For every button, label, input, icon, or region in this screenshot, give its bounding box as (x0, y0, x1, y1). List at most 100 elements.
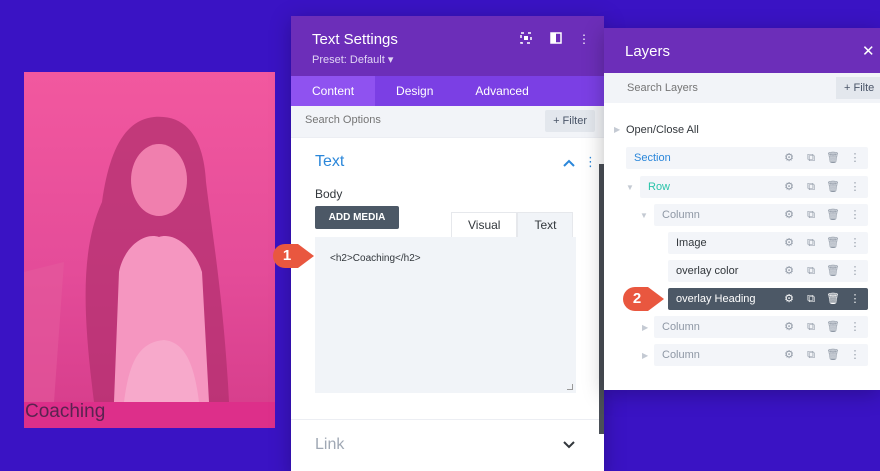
link-section[interactable]: Link (291, 419, 604, 467)
more-icon[interactable]: ⋮ (848, 348, 862, 362)
layers-filter-button[interactable]: + Filte (836, 77, 880, 99)
trash-icon[interactable]: 🗑 (826, 348, 840, 362)
callout-number: 2 (632, 290, 642, 307)
tab-design[interactable]: Design (375, 76, 454, 106)
trash-icon[interactable]: 🗑 (826, 208, 840, 222)
fullscreen-icon[interactable] (519, 32, 533, 46)
section-title-text[interactable]: Text (315, 153, 344, 171)
layer-label: overlay color (676, 265, 739, 277)
layers-search-row: + Filte (604, 73, 880, 103)
duplicate-icon[interactable]: ⧉ (804, 320, 818, 334)
layer-actions: ⚙ ⧉ 🗑 ⋮ (782, 151, 862, 165)
layer-row-overlay-color[interactable]: overlay color ⚙ ⧉ 🗑 ⋮ (668, 260, 868, 282)
callout-marker-2: 2 (622, 286, 664, 312)
editor-content: <h2>Coaching</h2> (330, 253, 421, 264)
layer-actions: ⚙ ⧉ 🗑 ⋮ (782, 180, 862, 194)
modal-title: Text Settings (312, 31, 398, 48)
chevron-up-icon[interactable] (563, 156, 575, 170)
duplicate-icon[interactable]: ⧉ (804, 151, 818, 165)
trash-icon[interactable]: 🗑 (826, 320, 840, 334)
search-options-input[interactable] (305, 114, 505, 126)
layers-title: Layers (625, 43, 671, 60)
settings-tabs: Content Design Advanced (291, 76, 604, 106)
layer-label: overlay Heading (676, 293, 756, 305)
tab-content[interactable]: Content (291, 76, 376, 106)
add-media-button[interactable]: ADD MEDIA (315, 206, 399, 229)
preview-heading: Coaching (24, 402, 275, 428)
caret-right-icon[interactable]: ▶ (614, 125, 620, 134)
gear-icon[interactable]: ⚙ (782, 180, 796, 194)
body-label: Body (315, 187, 343, 201)
layer-row-column[interactable]: Column ⚙ ⧉ 🗑 ⋮ (654, 316, 868, 338)
caret-right-icon[interactable]: ▶ (642, 351, 648, 360)
open-close-all[interactable]: Open/Close All (626, 124, 699, 136)
body-editor-textarea[interactable]: <h2>Coaching</h2> (315, 237, 576, 393)
preset-dropdown[interactable]: Preset: Default ▾ (312, 53, 393, 66)
more-icon[interactable]: ⋮ (848, 320, 862, 334)
more-icon[interactable]: ⋮ (848, 151, 862, 165)
more-icon[interactable]: ⋮ (848, 236, 862, 250)
layer-label: Column (662, 321, 700, 333)
duplicate-icon[interactable]: ⧉ (804, 208, 818, 222)
duplicate-icon[interactable]: ⧉ (804, 264, 818, 278)
split-view-icon[interactable] (549, 32, 563, 46)
layer-actions: ⚙ ⧉ 🗑 ⋮ (782, 348, 862, 362)
more-icon[interactable]: ⋮ (848, 208, 862, 222)
tab-text[interactable]: Text (517, 212, 574, 237)
layer-actions: ⚙ ⧉ 🗑 ⋮ (782, 208, 862, 222)
layer-row-row[interactable]: Row ⚙ ⧉ 🗑 ⋮ (640, 176, 868, 198)
layer-row-section[interactable]: Section ⚙ ⧉ 🗑 ⋮ (626, 147, 868, 169)
duplicate-icon[interactable]: ⧉ (804, 236, 818, 250)
layer-row-column[interactable]: Column ⚙ ⧉ 🗑 ⋮ (654, 344, 868, 366)
trash-icon[interactable]: 🗑 (826, 236, 840, 250)
tab-advanced[interactable]: Advanced (454, 76, 549, 106)
preview-card: Coaching (24, 72, 275, 428)
layer-row-column[interactable]: Column ⚙ ⧉ 🗑 ⋮ (654, 204, 868, 226)
more-icon[interactable]: ⋮ (848, 292, 862, 306)
layer-label: Column (662, 209, 700, 221)
gear-icon[interactable]: ⚙ (782, 348, 796, 362)
more-icon[interactable]: ⋮ (848, 180, 862, 194)
layer-actions: ⚙ ⧉ 🗑 ⋮ (782, 236, 862, 250)
layer-actions: ⚙ ⧉ 🗑 ⋮ (782, 292, 862, 306)
gear-icon[interactable]: ⚙ (782, 264, 796, 278)
close-icon[interactable]: ✕ (862, 42, 875, 60)
caret-down-icon[interactable]: ▼ (626, 183, 634, 192)
duplicate-icon[interactable]: ⧉ (804, 292, 818, 306)
gear-icon[interactable]: ⚙ (782, 151, 796, 165)
duplicate-icon[interactable]: ⧉ (804, 180, 818, 194)
text-settings-modal: Text Settings Preset: Default ▾ ⋮ Conten… (291, 16, 604, 471)
layer-label: Section (634, 152, 671, 164)
layers-panel: Layers ✕ + Filte ▶ Open/Close All Sectio… (604, 28, 880, 390)
gear-icon[interactable]: ⚙ (782, 292, 796, 306)
duplicate-icon[interactable]: ⧉ (804, 348, 818, 362)
gear-icon[interactable]: ⚙ (782, 236, 796, 250)
editor-tabs: Visual Text (451, 212, 574, 237)
trash-icon[interactable]: 🗑 (826, 180, 840, 194)
text-section: Text ⋮ Body ADD MEDIA Visual Text <h2>Co… (291, 138, 604, 418)
layer-label: Image (676, 237, 707, 249)
more-icon[interactable]: ⋮ (848, 264, 862, 278)
link-title: Link (315, 436, 345, 453)
gear-icon[interactable]: ⚙ (782, 320, 796, 334)
filter-button[interactable]: + Filter (545, 110, 595, 132)
trash-icon[interactable]: 🗑 (826, 151, 840, 165)
layer-label: Column (662, 349, 700, 361)
callout-number: 1 (282, 247, 292, 264)
layer-row-image[interactable]: Image ⚙ ⧉ 🗑 ⋮ (668, 232, 868, 254)
woman-photo (24, 72, 275, 402)
layer-row-overlay-heading[interactable]: overlay Heading ⚙ ⧉ 🗑 ⋮ (668, 288, 868, 310)
chevron-down-icon[interactable] (563, 438, 575, 452)
more-options-icon[interactable]: ⋮ (577, 32, 591, 46)
gear-icon[interactable]: ⚙ (782, 208, 796, 222)
resize-handle[interactable] (567, 384, 573, 390)
caret-right-icon[interactable]: ▶ (642, 323, 648, 332)
trash-icon[interactable]: 🗑 (826, 292, 840, 306)
caret-down-icon[interactable]: ▼ (640, 211, 648, 220)
trash-icon[interactable]: 🗑 (826, 264, 840, 278)
section-menu-icon[interactable]: ⋮ (584, 154, 597, 170)
search-layers-input[interactable] (627, 82, 807, 94)
callout-marker-1: 1 (272, 243, 314, 269)
tab-visual[interactable]: Visual (451, 212, 518, 237)
search-options-row: + Filter (291, 106, 604, 138)
